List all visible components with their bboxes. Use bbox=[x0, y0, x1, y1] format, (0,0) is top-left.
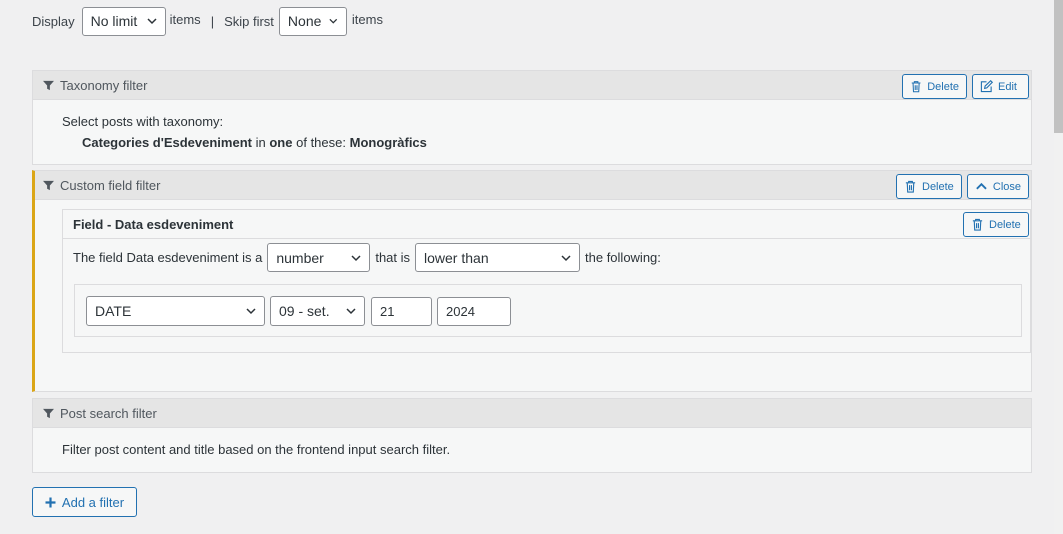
field-header: Field - Data esdeveniment Delete bbox=[63, 210, 1030, 239]
plus-icon bbox=[45, 497, 56, 507]
date-kind-select[interactable]: DATE bbox=[86, 296, 265, 326]
field-type-value: number bbox=[276, 249, 324, 266]
taxonomy-edit-button[interactable]: Edit bbox=[972, 74, 1029, 99]
post-search-filter-title: Post search filter bbox=[60, 405, 157, 421]
add-filter-button[interactable]: Add a filter bbox=[32, 487, 137, 517]
comparison-select[interactable]: lower than bbox=[415, 243, 581, 272]
date-inputs-row: DATE 09 - set. 21 2024 bbox=[86, 296, 511, 326]
taxonomy-filter-title: Taxonomy filter bbox=[60, 77, 148, 93]
chevron-down-icon bbox=[147, 18, 157, 25]
custom-field-filter-header[interactable]: Custom field filter Delete Close bbox=[35, 171, 1031, 200]
month-select[interactable]: 09 - set. bbox=[270, 296, 365, 326]
day-input[interactable]: 21 bbox=[371, 296, 432, 326]
month-value: 09 - set. bbox=[279, 303, 330, 319]
items-label: items bbox=[169, 11, 201, 27]
limit-bar: Display No limit items | Skip first None… bbox=[32, 6, 383, 36]
chevron-down-icon bbox=[351, 254, 361, 261]
following-label: the following: bbox=[585, 250, 661, 265]
scrollbar-thumb[interactable] bbox=[1054, 0, 1063, 133]
display-select-value: No limit bbox=[90, 13, 138, 29]
custom-field-filter-panel: Custom field filter Delete Close Field -… bbox=[32, 170, 1032, 392]
post-search-filter-panel: Post search filter Filter post content a… bbox=[32, 398, 1032, 473]
chevron-down-icon bbox=[329, 18, 338, 24]
taxonomy-delete-button[interactable]: Delete bbox=[902, 74, 967, 99]
trash-icon bbox=[972, 218, 983, 231]
year-input[interactable]: 2024 bbox=[437, 296, 511, 326]
edit-icon bbox=[980, 80, 993, 93]
items-label-2: items bbox=[351, 11, 383, 27]
taxonomy-filter-header[interactable]: Taxonomy filter Delete Edit bbox=[33, 71, 1031, 100]
chevron-down-icon bbox=[561, 254, 571, 261]
post-search-filter-header[interactable]: Post search filter bbox=[33, 399, 1031, 428]
of-these: of these: bbox=[296, 135, 346, 150]
custom-field-close-button[interactable]: Close bbox=[967, 174, 1029, 199]
term-name: Monogràfics bbox=[349, 135, 427, 150]
custom-field-delete-label: Delete bbox=[922, 180, 954, 193]
chevron-down-icon bbox=[346, 308, 356, 315]
separator: | bbox=[210, 13, 215, 29]
post-search-description: Filter post content and title based on t… bbox=[62, 442, 451, 457]
comparison-value: lower than bbox=[424, 249, 489, 266]
that-is-label: that is bbox=[375, 250, 411, 265]
skip-label: Skip first bbox=[224, 13, 274, 29]
taxonomy-delete-label: Delete bbox=[927, 80, 959, 93]
chevron-up-icon bbox=[976, 182, 987, 190]
field-delete-label: Delete bbox=[989, 218, 1021, 231]
custom-field-delete-button[interactable]: Delete bbox=[896, 174, 962, 199]
chevron-down-icon bbox=[246, 308, 256, 315]
funnel-icon bbox=[43, 80, 54, 90]
taxonomy-name: Categories d'Esdeveniment bbox=[82, 135, 252, 150]
field-box: Field - Data esdeveniment Delete The fie… bbox=[62, 209, 1031, 353]
custom-field-close-label: Close bbox=[992, 180, 1021, 193]
taxonomy-filter-panel: Taxonomy filter Delete Edit Select posts… bbox=[32, 70, 1032, 165]
skip-select[interactable]: None bbox=[278, 6, 347, 36]
date-kind-value: DATE bbox=[95, 303, 132, 319]
custom-field-filter-title: Custom field filter bbox=[60, 177, 161, 193]
one-word: one bbox=[269, 135, 293, 150]
post-search-filter-body: Filter post content and title based on t… bbox=[33, 428, 1031, 472]
trash-icon bbox=[911, 81, 921, 93]
display-select[interactable]: No limit bbox=[81, 6, 166, 36]
field-condition-row: The field Data esdeveniment is a number … bbox=[73, 243, 666, 272]
field-title: Field - Data esdeveniment bbox=[73, 216, 234, 232]
funnel-icon bbox=[43, 408, 54, 418]
trash-icon bbox=[905, 180, 916, 193]
field-delete-button[interactable]: Delete bbox=[963, 212, 1029, 237]
taxonomy-line2: Categories d'Esdeveniment in one of thes… bbox=[62, 135, 1002, 150]
in-word: in bbox=[255, 135, 266, 150]
taxonomy-line1: Select posts with taxonomy: bbox=[62, 114, 224, 129]
display-label: Display bbox=[32, 13, 75, 29]
date-value-box: DATE 09 - set. 21 2024 bbox=[74, 284, 1022, 337]
funnel-icon bbox=[43, 180, 54, 190]
skip-select-value: None bbox=[287, 13, 322, 29]
taxonomy-filter-body: Select posts with taxonomy: Categories d… bbox=[33, 100, 1031, 165]
taxonomy-edit-label: Edit bbox=[998, 80, 1017, 93]
field-prefix: The field Data esdeveniment is a bbox=[73, 250, 263, 265]
field-type-select[interactable]: number bbox=[267, 243, 371, 272]
add-filter-label: Add a filter bbox=[61, 494, 125, 510]
